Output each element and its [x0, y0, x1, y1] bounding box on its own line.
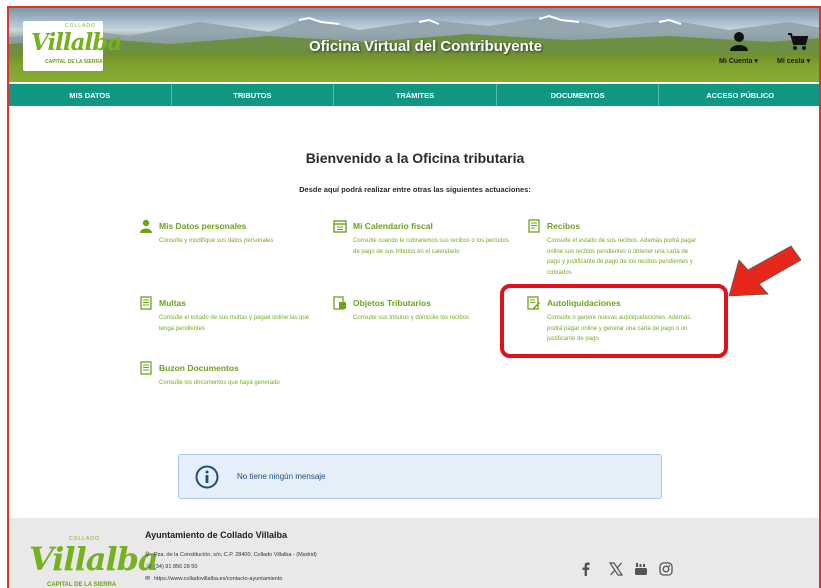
- phone-icon: ☏: [145, 564, 153, 570]
- footer-web-link[interactable]: https://www.colladovillalba.es/contacto-…: [154, 576, 282, 582]
- card-description: Consulte cuando le cobraremos sus recibo…: [353, 238, 509, 255]
- card-title[interactable]: Buzon Documentos: [159, 363, 239, 373]
- footer-address: ⚲ Pza. de la Constitución, s/n, C.P. 2840…: [145, 551, 317, 558]
- footer-logo[interactable]: Villalba: [29, 540, 159, 578]
- card-title[interactable]: Mi Calendario fiscal: [353, 221, 433, 231]
- logo-sub-text: CAPITAL DE LA SIERRA: [45, 59, 103, 65]
- message-text: No tiene ningún mensaje: [237, 472, 326, 481]
- info-icon: [195, 465, 219, 489]
- facebook-icon[interactable]: [581, 562, 591, 576]
- highlight-box: [500, 284, 728, 358]
- cart-icon[interactable]: [787, 31, 809, 51]
- x-icon[interactable]: [609, 562, 623, 576]
- site-header: COLLADO Villalba CAPITAL DE LA SIERRA Of…: [9, 8, 819, 82]
- footer-logo-sub: CAPITAL DE LA SIERRA: [47, 582, 117, 588]
- document-icon: [140, 361, 152, 375]
- header-logo[interactable]: COLLADO Villalba CAPITAL DE LA SIERRA: [23, 21, 122, 71]
- fine-icon: [140, 296, 152, 310]
- cart-menu[interactable]: Mi cesta ▾: [777, 57, 810, 65]
- footer-address-text: Pza. de la Constitución, s/n, C.P. 28400…: [154, 552, 317, 558]
- location-icon: ⚲: [145, 552, 150, 558]
- user-icon: [140, 219, 152, 233]
- card-description: Consulte los documentos que haya generad…: [159, 380, 280, 386]
- card-title[interactable]: Multas: [159, 298, 186, 308]
- page-title: Bienvenido a la Oficina tributaria: [305, 150, 525, 166]
- footer-phone-text: (34) 91 856 28 50: [154, 564, 198, 570]
- instagram-icon[interactable]: [659, 562, 673, 576]
- logo-main-text: Villalba: [31, 29, 122, 56]
- footer-web[interactable]: ✉ https://www.colladovillalba.es/contacto…: [145, 575, 282, 582]
- nav-tramites[interactable]: TRÁMITES: [334, 84, 497, 106]
- message-box: No tiene ningún mensaje: [178, 454, 662, 499]
- youtube-icon[interactable]: [634, 562, 648, 576]
- nav-acceso-publico[interactable]: ACCESO PÚBLICO: [659, 84, 819, 106]
- nav-documentos[interactable]: DOCUMENTOS: [497, 84, 660, 106]
- footer-phone: ☏(34) 91 856 28 50: [145, 563, 197, 570]
- browser-frame: COLLADO Villalba CAPITAL DE LA SIERRA Of…: [7, 6, 821, 588]
- main-nav: MIS DATOS TRIBUTOS TRÁMITES DOCUMENTOS A…: [9, 84, 819, 106]
- account-menu[interactable]: Mi Cuenta ▾: [719, 57, 758, 65]
- receipt-icon: [528, 219, 540, 233]
- tax-object-icon: [333, 296, 346, 310]
- email-icon: ✉: [145, 576, 151, 582]
- card-title[interactable]: Mis Datos personales: [159, 221, 246, 231]
- site-title: Oficina Virtual del Contribuyente: [309, 38, 543, 55]
- nav-tributos[interactable]: TRIBUTOS: [172, 84, 335, 106]
- footer-title: Ayuntamiento de Collado Villalba: [145, 530, 288, 540]
- card-description: Consulte sus tributos y domicilie los re…: [353, 315, 470, 321]
- account-icon[interactable]: [728, 31, 750, 51]
- calendar-icon: [333, 220, 347, 233]
- site-footer: COLLADO Villalba CAPITAL DE LA SIERRA Ay…: [9, 518, 819, 588]
- card-description: Consulte el estado de sus recibos. Ademá…: [547, 238, 697, 276]
- card-description: Consulte y modifique sus datos personale…: [159, 238, 274, 244]
- nav-mis-datos[interactable]: MIS DATOS: [9, 84, 172, 106]
- card-title[interactable]: Recibos: [547, 221, 580, 231]
- intro-text: Desde aquí podrá realizar entre otras la…: [299, 185, 531, 194]
- card-description: Consulte el estado de sus multas y pague…: [159, 315, 310, 332]
- card-title[interactable]: Objetos Tributarios: [353, 298, 431, 308]
- annotation-arrow-icon: [728, 245, 802, 297]
